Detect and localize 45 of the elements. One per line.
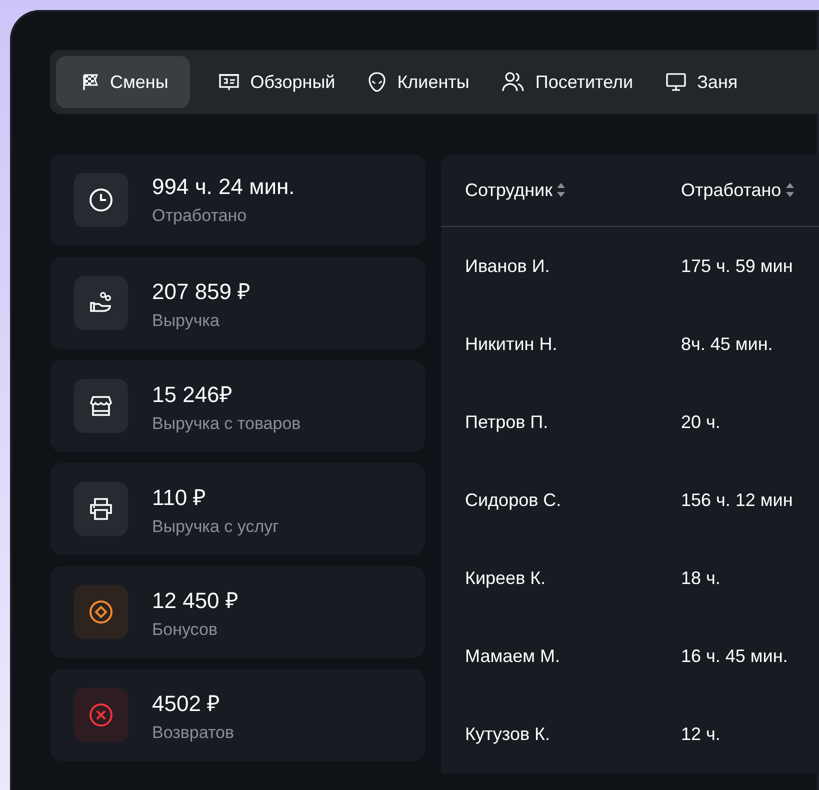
- cross-circle-icon: [88, 702, 114, 728]
- stat-value: 110 ₽: [152, 484, 208, 511]
- stat-label: Выручка: [152, 311, 220, 331]
- stat-value: 12 450 ₽: [152, 587, 238, 614]
- stat-label: Выручка с товаров: [152, 414, 301, 434]
- printer-icon: [88, 496, 114, 522]
- users-icon: [501, 71, 526, 93]
- tab[interactable]: Смены: [56, 56, 190, 108]
- sort-icon: [785, 182, 796, 198]
- table-cell-text: 8ч. 45 мин.: [681, 334, 774, 354]
- monitor-icon: [665, 72, 688, 92]
- table-cell-text: Никитин Н.: [465, 334, 558, 354]
- table-cell-text: 20 ч.: [681, 412, 722, 432]
- tab[interactable]: Клиенты: [363, 56, 474, 108]
- clock-icon: [88, 187, 114, 213]
- stat-value: 15 246₽: [152, 381, 234, 408]
- presentation-board-icon: [218, 72, 240, 92]
- table-cell-text: 156 ч. 12 мин: [681, 490, 794, 510]
- sort-icon: [556, 182, 566, 198]
- table-cell-text: Петров П.: [465, 412, 550, 432]
- column-header[interactable]: Сотрудник: [465, 154, 681, 226]
- table-cell-text: Сидоров С.: [465, 490, 562, 510]
- stat-label: Выручка с услуг: [152, 517, 279, 537]
- table-cell-text: 18 ч.: [681, 568, 722, 588]
- diamond-circle-icon: [88, 599, 114, 625]
- stat-value: 207 859 ₽: [152, 278, 251, 305]
- table-cell-text: Иванов И.: [465, 256, 551, 276]
- table-cell-text: Мамаем М.: [465, 646, 561, 666]
- table-cell-text: 175 ч. 59 мин: [681, 256, 794, 276]
- table-cell-text: 12 ч.: [681, 724, 722, 744]
- storefront-icon: [88, 393, 114, 419]
- tab[interactable]: Обзорный: [214, 56, 340, 108]
- stat-value: 4502 ₽: [152, 690, 222, 717]
- tab[interactable]: Посетители: [497, 56, 638, 108]
- checkered-flag-icon: [80, 72, 100, 92]
- column-header[interactable]: Отработано: [681, 154, 819, 226]
- stat-label: Возвратов: [152, 723, 234, 743]
- stat-value: 994 ч. 24 мин.: [152, 174, 295, 200]
- stat-label: Отработано: [152, 206, 248, 226]
- table-cell-text: Кутузов К.: [465, 724, 552, 744]
- table-cell-text: Киреев К.: [465, 568, 547, 588]
- alien-head-icon: [367, 71, 388, 93]
- stat-label: Бонусов: [152, 620, 218, 640]
- table-cell-text: 16 ч. 45 мин.: [681, 646, 789, 666]
- tab[interactable]: Заня: [661, 56, 742, 108]
